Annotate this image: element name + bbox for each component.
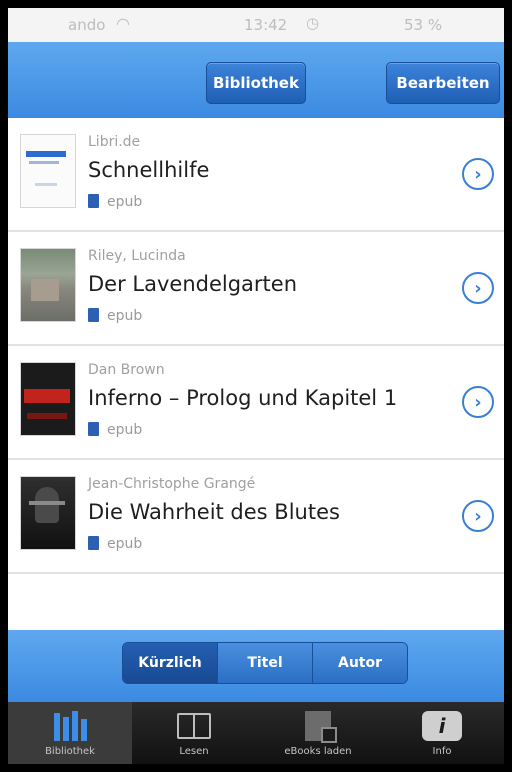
book-row[interactable]: Riley, Lucinda Der Lavendelgarten epub ›: [8, 232, 504, 346]
format-label: epub: [107, 536, 143, 552]
book-title: Inferno – Prolog und Kapitel 1: [88, 386, 398, 410]
chevron-right-icon[interactable]: ›: [462, 272, 494, 304]
sort-bar: Kürzlich Titel Autor: [8, 630, 504, 702]
edit-button[interactable]: Bearbeiten: [386, 62, 500, 104]
tab-label: Info: [432, 746, 452, 757]
sort-recent-button[interactable]: Kürzlich: [123, 643, 218, 683]
book-title: Die Wahrheit des Blutes: [88, 500, 340, 524]
book-cover: [20, 362, 76, 436]
document-icon: [88, 194, 99, 208]
book-title: Schnellhilfe: [88, 158, 210, 182]
tab-label: Bibliothek: [45, 746, 95, 757]
book-row[interactable]: Jean-Christophe Grangé Die Wahrheit des …: [8, 460, 504, 574]
book-author: Riley, Lucinda: [88, 248, 186, 264]
library-icon: [53, 708, 87, 744]
tab-library[interactable]: Bibliothek: [8, 702, 132, 764]
info-icon: i: [422, 708, 462, 744]
sort-title-button[interactable]: Titel: [218, 643, 313, 683]
top-toolbar: Bibliothek Bearbeiten: [8, 42, 504, 118]
tab-label: eBooks laden: [284, 746, 352, 757]
book-author: Dan Brown: [88, 362, 165, 378]
tab-info[interactable]: i Info: [380, 702, 504, 764]
chevron-right-icon[interactable]: ›: [462, 158, 494, 190]
app-screen: ando ◠ 13:42 ◷ 53 % Bibliothek Bearbeite…: [8, 8, 504, 764]
wifi-icon: ◠: [116, 14, 130, 33]
format-label: epub: [107, 194, 143, 210]
tab-download[interactable]: eBooks laden: [256, 702, 380, 764]
book-format: epub: [88, 422, 142, 438]
book-cover: [20, 134, 76, 208]
book-author: Jean-Christophe Grangé: [88, 476, 256, 492]
tab-bar: Bibliothek Lesen eBooks laden i Info: [8, 702, 504, 764]
book-format: epub: [88, 308, 142, 324]
book-cover: [20, 476, 76, 550]
carrier-name: ando: [68, 16, 106, 34]
battery-level: 53 %: [404, 16, 443, 34]
status-bar: ando ◠ 13:42 ◷ 53 %: [8, 8, 504, 42]
book-cover: [20, 248, 76, 322]
book-row[interactable]: Libri.de Schnellhilfe epub ›: [8, 118, 504, 232]
library-button[interactable]: Bibliothek: [206, 62, 306, 104]
book-format: epub: [88, 536, 142, 552]
sort-segmented-control: Kürzlich Titel Autor: [122, 642, 408, 684]
book-author: Libri.de: [88, 134, 141, 150]
tab-label: Lesen: [179, 746, 209, 757]
alarm-icon: ◷: [306, 14, 320, 32]
format-label: epub: [107, 422, 143, 438]
document-icon: [88, 308, 99, 322]
chevron-right-icon[interactable]: ›: [462, 386, 494, 418]
sort-author-button[interactable]: Autor: [313, 643, 407, 683]
book-list: Libri.de Schnellhilfe epub › Riley, Luci…: [8, 118, 504, 574]
book-icon: [177, 708, 211, 744]
format-label: epub: [107, 308, 143, 324]
status-time: 13:42: [244, 16, 288, 34]
document-icon: [88, 422, 99, 436]
download-icon: [305, 708, 337, 744]
tab-read[interactable]: Lesen: [132, 702, 256, 764]
book-format: epub: [88, 194, 142, 210]
book-row[interactable]: Dan Brown Inferno – Prolog und Kapitel 1…: [8, 346, 504, 460]
document-icon: [88, 536, 99, 550]
chevron-right-icon[interactable]: ›: [462, 500, 494, 532]
book-title: Der Lavendelgarten: [88, 272, 298, 296]
